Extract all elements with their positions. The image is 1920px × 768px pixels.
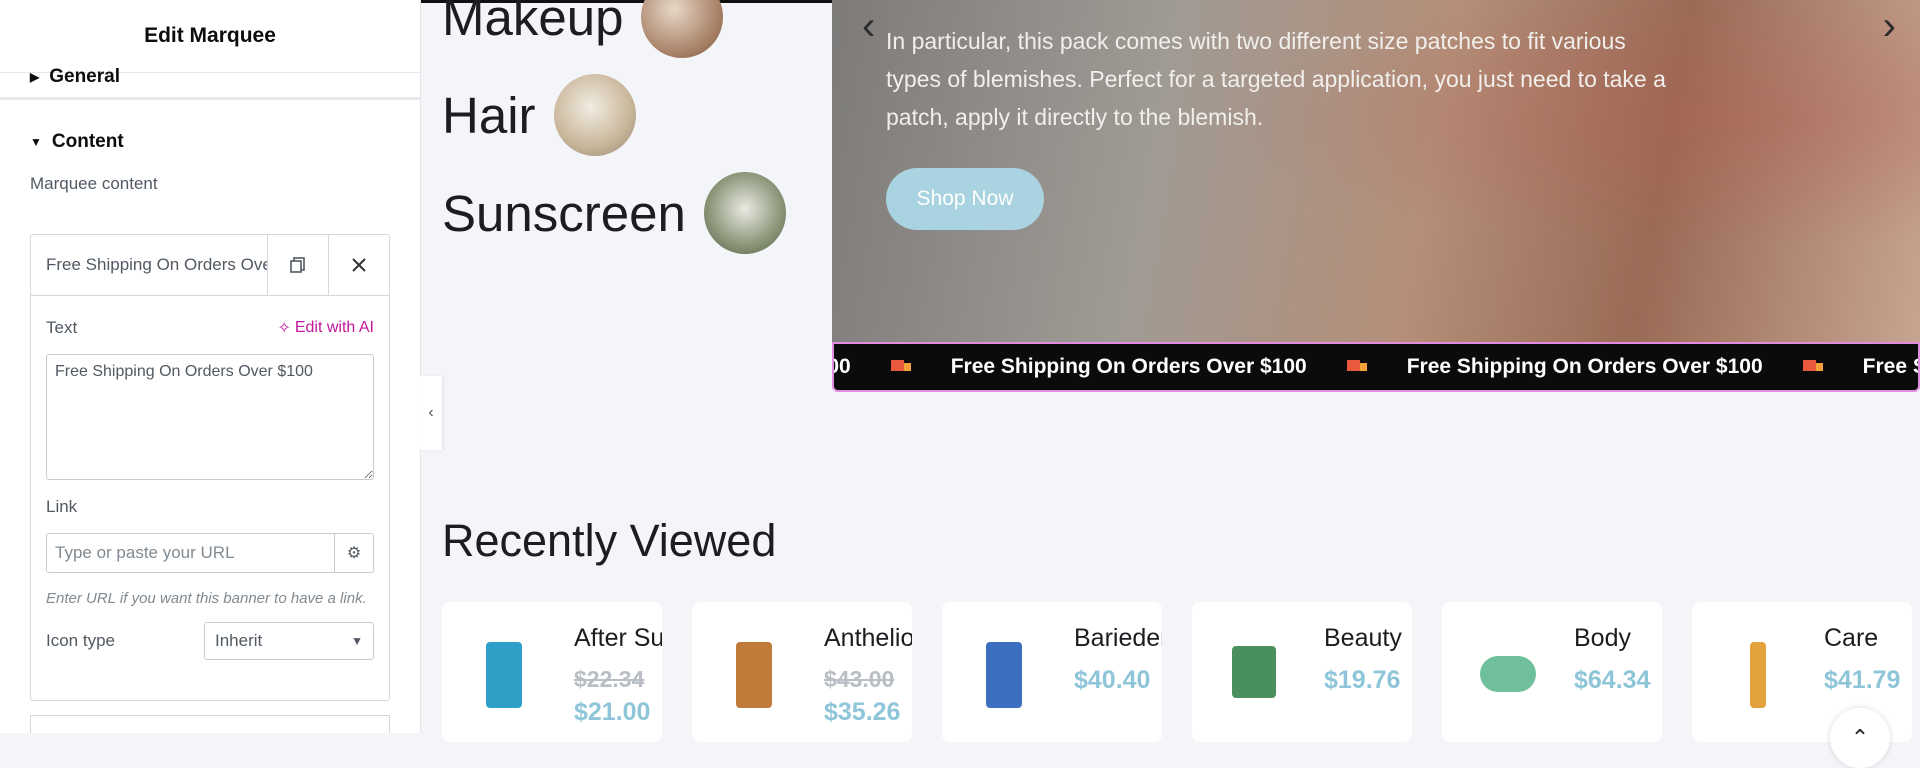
product-old-price: $43.00 <box>824 666 895 692</box>
editor-panel: Edit Marquee ▶ General ▼ Content Marquee… <box>0 0 421 733</box>
icon-type-value: Inherit <box>215 631 263 650</box>
product-price: $41.79 <box>1824 666 1901 694</box>
product-name: Beauty <box>1324 624 1402 652</box>
product-image <box>1232 646 1276 698</box>
url-input[interactable]: Type or paste your URL <box>46 533 334 573</box>
makeup-thumbnail <box>641 0 724 58</box>
truck-icon <box>890 360 911 374</box>
section-general-label: General <box>49 66 120 87</box>
section-general-toggle[interactable]: ▶ General <box>0 57 420 100</box>
hero-description: In particular, this pack comes with two … <box>886 28 1666 130</box>
icon-type-label: Icon type <box>46 631 115 650</box>
marquee-lead-fragment: $100 <box>834 355 851 378</box>
product-name: Anthelios <box>824 624 912 652</box>
product-price: $40.40 <box>1074 666 1151 694</box>
product-name: After Sun <box>574 624 662 652</box>
category-makeup[interactable]: Makeup <box>442 0 724 58</box>
marquee-item: Free Shipping On Orders Over $100 <box>1406 355 1763 378</box>
hair-thumbnail <box>553 74 636 156</box>
marquee-text-area[interactable]: Free Shipping On Orders Over $100 <box>46 354 374 480</box>
product-price: $35.26 <box>824 698 901 726</box>
category-sunscreen[interactable]: Sunscreen <box>442 172 786 254</box>
product-name: Bariederm- <box>1074 624 1162 652</box>
hero-banner: ‹ › In particular, this pack comes with … <box>832 0 1920 342</box>
sunscreen-thumbnail <box>703 172 786 254</box>
category-label: Hair <box>442 86 536 144</box>
gear-icon: ⚙ <box>346 545 362 562</box>
marquee-track: $100 Free Shipping On Orders Over $100 F… <box>834 344 1918 390</box>
slider-next-arrow-icon[interactable]: › <box>1883 4 1896 49</box>
product-old-price: $22.34 <box>574 666 645 692</box>
product-image <box>1750 642 1766 708</box>
category-hair[interactable]: Hair <box>442 74 636 156</box>
edit-with-ai-label: Edit with AI <box>294 319 374 336</box>
product-image <box>486 642 522 708</box>
edit-with-ai-link[interactable]: ✧ Edit with AI <box>277 318 374 338</box>
caret-right-icon: ▶ <box>30 70 40 84</box>
icon-type-select[interactable]: Inherit ▼ <box>204 622 374 660</box>
slider-prev-arrow-icon[interactable]: ‹ <box>862 4 875 49</box>
product-image <box>736 642 772 708</box>
marquee-strip[interactable]: $100 Free Shipping On Orders Over $100 F… <box>832 342 1920 392</box>
truck-icon <box>1802 360 1823 374</box>
product-card[interactable]: After Sun $22.34 $21.00 <box>442 602 662 742</box>
section-content-label: Content <box>51 131 124 152</box>
marquee-tail-fragment: Free Shi <box>1862 355 1918 378</box>
section-content-toggle[interactable]: ▼ Content <box>0 110 420 174</box>
link-label: Link <box>46 497 78 516</box>
product-card[interactable]: Bariederm- $40.40 <box>942 602 1162 742</box>
repeater-item: Free Shipping On Orders Over $100 Text ✧… <box>30 234 390 701</box>
product-price: $21.00 <box>574 698 651 726</box>
sparkle-icon: ✧ <box>277 320 291 337</box>
shop-now-button[interactable]: Shop Now <box>886 168 1044 230</box>
chevron-left-icon: ‹ <box>428 404 434 421</box>
duplicate-button[interactable] <box>268 235 329 295</box>
truck-icon <box>1346 360 1367 374</box>
product-price: $19.76 <box>1324 666 1401 694</box>
recently-viewed-title: Recently Viewed <box>442 515 777 566</box>
marquee-content-label: Marquee content <box>30 174 158 193</box>
repeater-item-title[interactable]: Free Shipping On Orders Over $100 <box>31 235 268 295</box>
chevron-down-icon: ▼ <box>351 634 363 648</box>
product-name: Care <box>1824 624 1879 652</box>
scroll-to-top-button[interactable]: ⌃ <box>1830 708 1890 768</box>
caret-down-icon: ▼ <box>30 135 42 149</box>
product-image <box>1480 656 1536 692</box>
product-card[interactable]: Anthelios $43.00 $35.26 <box>692 602 912 742</box>
marquee-item: Free Shipping On Orders Over $100 <box>950 355 1307 378</box>
text-label: Text <box>46 318 78 337</box>
remove-button[interactable] <box>329 235 389 295</box>
link-help-text: Enter URL if you want this banner to hav… <box>46 590 367 607</box>
close-icon <box>352 258 366 272</box>
product-card[interactable]: Body $64.34 <box>1442 602 1662 742</box>
category-label: Makeup <box>442 0 624 46</box>
product-price: $64.34 <box>1574 666 1651 694</box>
product-name: Body <box>1574 624 1631 652</box>
link-options-button[interactable]: ⚙ <box>334 533 374 573</box>
collapse-panel-button[interactable]: ‹ <box>420 376 442 450</box>
repeater-item-next[interactable] <box>30 715 390 733</box>
product-image <box>986 642 1022 708</box>
chevron-up-icon: ⌃ <box>1850 725 1870 750</box>
category-label: Sunscreen <box>442 184 686 242</box>
copy-icon <box>290 257 305 273</box>
product-card[interactable]: Beauty $19.76 <box>1192 602 1412 742</box>
